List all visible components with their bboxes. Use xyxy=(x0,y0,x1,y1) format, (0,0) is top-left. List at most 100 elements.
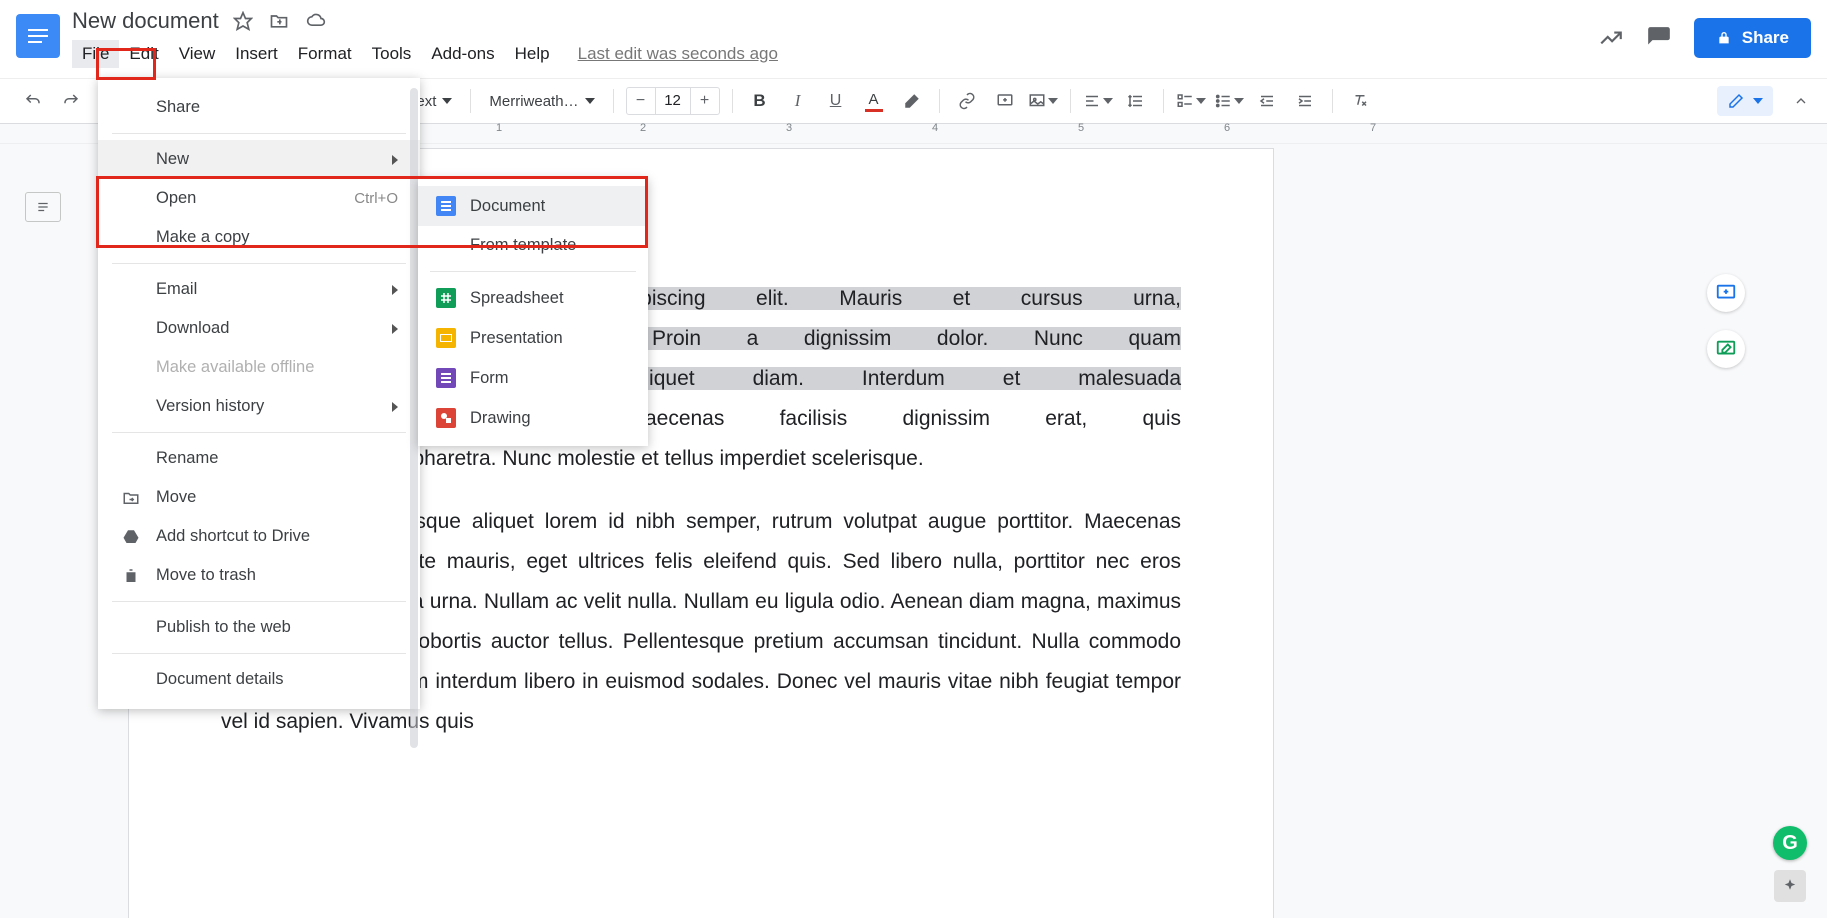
menu-item-label: Share xyxy=(156,98,200,117)
ruler-tick: 2 xyxy=(640,122,646,134)
trash-icon xyxy=(120,567,142,585)
file-menu-document-details[interactable]: Document details xyxy=(98,660,420,699)
bulleted-list-button[interactable] xyxy=(1214,86,1244,116)
grammarly-icon[interactable]: G xyxy=(1773,826,1807,860)
menu-format[interactable]: Format xyxy=(288,40,362,68)
menu-item-label: Document details xyxy=(156,670,283,689)
share-button[interactable]: Share xyxy=(1694,18,1811,58)
submenu-form[interactable]: Form xyxy=(418,358,648,398)
slides-icon xyxy=(436,328,456,348)
menu-item-label: Version history xyxy=(156,397,264,416)
file-menu-new[interactable]: New xyxy=(98,140,420,179)
submenu-from-template[interactable]: From template xyxy=(418,226,648,265)
submenu-arrow-icon xyxy=(392,285,398,295)
chevron-down-icon xyxy=(1753,98,1763,104)
checklist-button[interactable] xyxy=(1176,86,1206,116)
comments-icon[interactable] xyxy=(1646,25,1672,51)
add-comment-button[interactable] xyxy=(990,86,1020,116)
file-menu-make-copy[interactable]: Make a copy xyxy=(98,218,420,257)
drawings-icon xyxy=(436,408,456,428)
font-size-increase[interactable]: + xyxy=(691,88,719,114)
italic-button[interactable]: I xyxy=(783,86,813,116)
ruler-tick: 3 xyxy=(786,122,792,134)
outline-toggle-icon[interactable] xyxy=(25,192,61,222)
chevron-down-icon xyxy=(1234,98,1244,104)
chevron-down-icon xyxy=(1103,98,1113,104)
submenu-arrow-icon xyxy=(392,155,398,165)
drive-icon xyxy=(120,528,142,546)
file-menu-publish[interactable]: Publish to the web xyxy=(98,608,420,647)
line-spacing-button[interactable] xyxy=(1121,86,1151,116)
undo-button[interactable] xyxy=(18,86,48,116)
menu-item-label: Make available offline xyxy=(156,358,314,377)
ruler-tick: 7 xyxy=(1370,122,1376,134)
file-menu-open[interactable]: OpenCtrl+O xyxy=(98,179,420,218)
submenu-drawing[interactable]: Drawing xyxy=(418,398,648,438)
menu-help[interactable]: Help xyxy=(505,40,560,68)
redo-button[interactable] xyxy=(56,86,86,116)
submenu-spreadsheet[interactable]: Spreadsheet xyxy=(418,278,648,318)
text-color-button[interactable]: A xyxy=(859,86,889,116)
submenu-presentation[interactable]: Presentation xyxy=(418,318,648,358)
chevron-down-icon xyxy=(1196,98,1206,104)
highlight-button[interactable] xyxy=(897,86,927,116)
menu-item-label: Spreadsheet xyxy=(470,289,564,308)
menu-item-label: New xyxy=(156,150,189,169)
menu-item-label: Rename xyxy=(156,449,218,468)
menu-item-label: Move xyxy=(156,488,196,507)
file-menu-share[interactable]: Share xyxy=(98,88,420,127)
insert-link-button[interactable] xyxy=(952,86,982,116)
menu-file[interactable]: File xyxy=(72,40,119,68)
menu-insert[interactable]: Insert xyxy=(225,40,288,68)
bold-button[interactable]: B xyxy=(745,86,775,116)
docs-logo-icon[interactable] xyxy=(16,14,60,58)
menu-item-label: Document xyxy=(470,197,545,216)
editing-mode-dropdown[interactable] xyxy=(1717,86,1773,116)
suggest-edits-side-button[interactable] xyxy=(1707,330,1745,368)
menu-item-label: Move to trash xyxy=(156,566,256,585)
move-folder-icon[interactable] xyxy=(269,11,289,31)
file-menu-rename[interactable]: Rename xyxy=(98,439,420,478)
share-button-label: Share xyxy=(1742,28,1789,48)
menu-item-label: Drawing xyxy=(470,409,531,428)
explore-button[interactable] xyxy=(1774,870,1806,902)
ruler-tick: 6 xyxy=(1224,122,1230,134)
submenu-document[interactable]: Document xyxy=(418,186,648,226)
insert-image-button[interactable] xyxy=(1028,86,1058,116)
file-menu-download[interactable]: Download xyxy=(98,309,420,348)
document-title[interactable]: New document xyxy=(72,8,219,34)
menu-view[interactable]: View xyxy=(169,40,226,68)
font-family-dropdown[interactable]: Merriweath… xyxy=(483,89,600,114)
font-size-value[interactable]: 12 xyxy=(655,88,691,114)
clear-formatting-button[interactable] xyxy=(1345,86,1375,116)
file-new-submenu: Document From template Spreadsheet Prese… xyxy=(418,178,648,446)
menu-edit[interactable]: Edit xyxy=(119,40,168,68)
font-size-decrease[interactable]: − xyxy=(627,88,655,114)
ruler-tick: 4 xyxy=(932,122,938,134)
file-menu-move[interactable]: Move xyxy=(98,478,420,517)
cloud-status-icon[interactable] xyxy=(305,11,327,31)
body-text: Maecenas facilisis dignissim erat, quis xyxy=(627,407,1181,430)
align-button[interactable] xyxy=(1083,86,1113,116)
star-icon[interactable] xyxy=(233,11,253,31)
decrease-indent-button[interactable] xyxy=(1252,86,1282,116)
file-menu-version-history[interactable]: Version history xyxy=(98,387,420,426)
file-menu-dropdown: Share New OpenCtrl+O Make a copy Email D… xyxy=(98,78,420,709)
forms-icon xyxy=(436,368,456,388)
menu-addons[interactable]: Add-ons xyxy=(421,40,504,68)
submenu-arrow-icon xyxy=(392,324,398,334)
activity-icon[interactable] xyxy=(1598,25,1624,51)
font-size-stepper: − 12 + xyxy=(626,87,720,115)
submenu-arrow-icon xyxy=(392,402,398,412)
increase-indent-button[interactable] xyxy=(1290,86,1320,116)
underline-button[interactable]: U xyxy=(821,86,851,116)
add-comment-side-button[interactable] xyxy=(1707,274,1745,312)
menu-tools[interactable]: Tools xyxy=(362,40,422,68)
file-menu-add-shortcut[interactable]: Add shortcut to Drive xyxy=(98,517,420,556)
last-edit-link[interactable]: Last edit was seconds ago xyxy=(578,44,778,64)
menu-item-label: Add shortcut to Drive xyxy=(156,527,310,546)
menu-item-label: Email xyxy=(156,280,197,299)
file-menu-email[interactable]: Email xyxy=(98,270,420,309)
file-menu-trash[interactable]: Move to trash xyxy=(98,556,420,595)
collapse-toolbar-button[interactable] xyxy=(1793,93,1809,109)
